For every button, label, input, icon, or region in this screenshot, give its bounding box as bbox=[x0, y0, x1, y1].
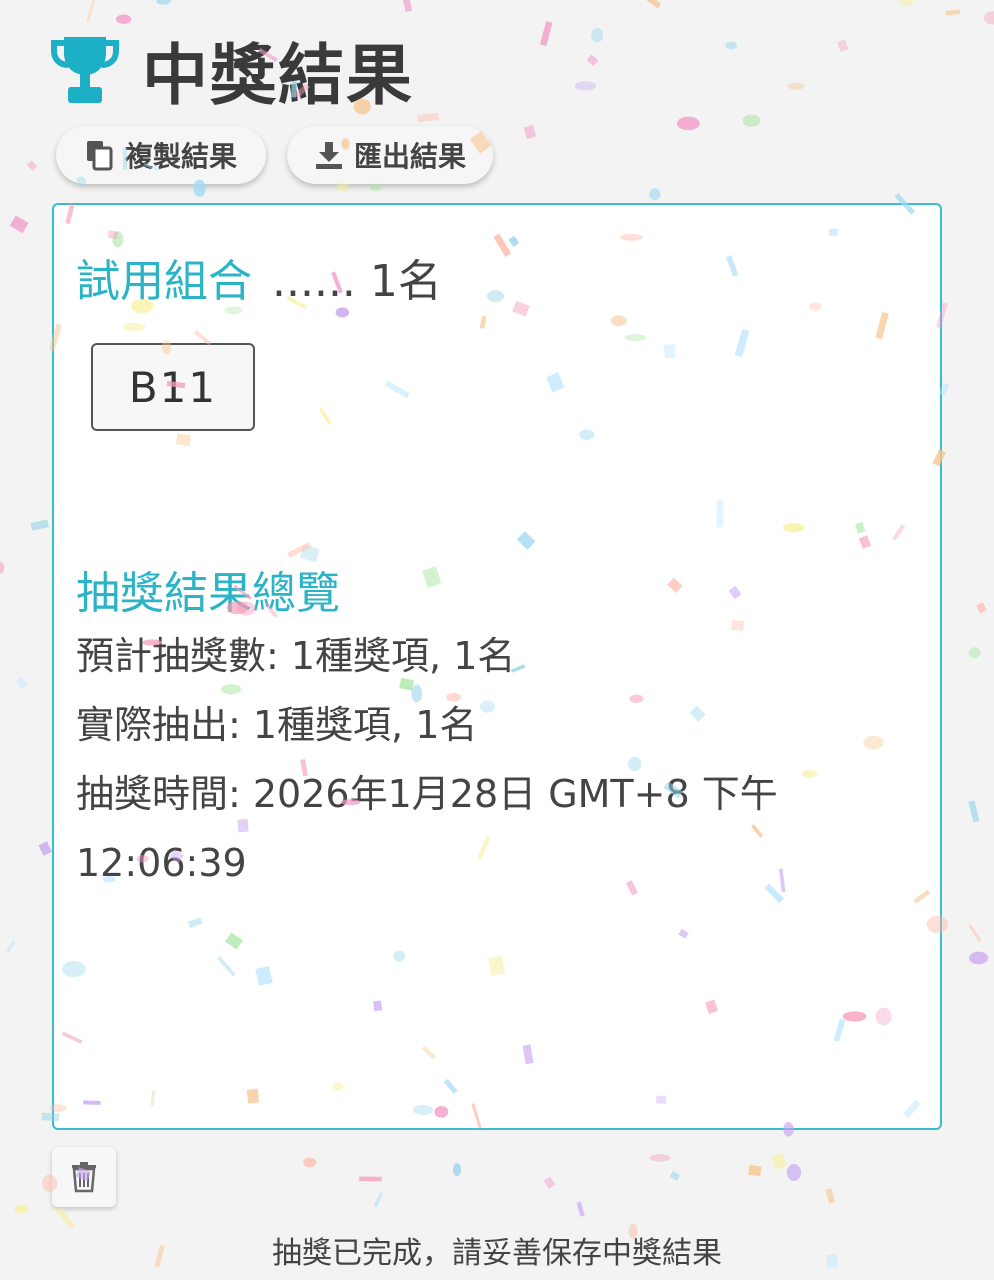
prize-count: ...... 1名 bbox=[272, 256, 442, 307]
confetti-piece bbox=[156, 0, 171, 5]
confetti-piece bbox=[38, 841, 52, 856]
confetti-piece bbox=[898, 0, 915, 6]
confetti-piece bbox=[359, 1176, 382, 1182]
confetti-piece bbox=[9, 215, 29, 234]
confetti-piece bbox=[968, 951, 989, 965]
confetti-piece bbox=[968, 647, 981, 659]
confetti-piece bbox=[742, 114, 761, 127]
download-icon bbox=[315, 142, 342, 169]
confetti-piece bbox=[574, 81, 597, 91]
summary-title: 抽獎結果總覽 bbox=[76, 568, 340, 619]
confetti-piece bbox=[401, 0, 413, 13]
confetti-piece bbox=[725, 41, 737, 50]
confetti-piece bbox=[771, 1152, 787, 1170]
footer-note: 抽獎已完成，請妥善保存中獎結果 bbox=[272, 1236, 722, 1271]
confetti-piece bbox=[30, 519, 49, 531]
confetti-piece bbox=[968, 800, 980, 823]
confetti-piece bbox=[539, 21, 553, 47]
copy-results-button[interactable]: 複製結果 bbox=[56, 126, 266, 184]
confetti-piece bbox=[26, 160, 38, 171]
summary-expected: 預計抽獎數: 1種獎項, 1名 bbox=[76, 634, 516, 678]
confetti-piece bbox=[669, 1170, 680, 1181]
confetti-piece bbox=[303, 1157, 317, 1168]
confetti-piece bbox=[452, 1163, 461, 1177]
confetti-piece bbox=[945, 9, 961, 16]
confetti-piece bbox=[586, 54, 599, 66]
confetti-piece bbox=[645, 0, 662, 9]
confetti-piece bbox=[787, 82, 805, 90]
trash-icon bbox=[72, 1162, 96, 1193]
confetti-piece bbox=[591, 27, 604, 43]
page-title: 中獎結果 bbox=[142, 37, 414, 114]
confetti-piece bbox=[543, 1176, 556, 1189]
confetti-piece bbox=[968, 923, 982, 943]
confetti-piece bbox=[86, 0, 96, 23]
copy-results-label: 複製結果 bbox=[124, 141, 237, 172]
delete-button[interactable] bbox=[52, 1147, 116, 1207]
prize-row: 試用組合 ...... 1名 bbox=[76, 245, 442, 309]
prize-name: 試用組合 bbox=[76, 256, 252, 307]
confetti-piece bbox=[115, 14, 132, 24]
confetti-piece bbox=[370, 183, 382, 192]
confetti-piece bbox=[576, 1201, 585, 1217]
confetti-piece bbox=[55, 1207, 75, 1229]
confetti-piece bbox=[523, 124, 537, 140]
summary-actual: 實際抽出: 1種獎項, 1名 bbox=[76, 703, 478, 747]
confetti-piece bbox=[373, 1191, 384, 1208]
confetti-piece bbox=[748, 1164, 762, 1177]
confetti-piece bbox=[15, 676, 28, 689]
result-card: 試用組合 ...... 1名 B11 抽獎結果總覽 預計抽獎數: 1種獎項, 1… bbox=[52, 203, 942, 1130]
confetti-piece bbox=[649, 188, 661, 201]
summary-time: 抽獎時間: 2026年1月28日 GMT+8 下午 12:06:39 bbox=[76, 772, 778, 885]
confetti-piece bbox=[976, 602, 987, 614]
confetti-piece bbox=[649, 1154, 671, 1162]
confetti-piece bbox=[6, 940, 16, 953]
confetti-piece bbox=[836, 39, 849, 53]
confetti-piece bbox=[984, 11, 994, 25]
export-results-label: 匯出結果 bbox=[353, 141, 466, 172]
confetti-piece bbox=[825, 1188, 836, 1204]
winner-chip: B11 bbox=[91, 343, 255, 431]
confetti-piece bbox=[786, 1164, 801, 1181]
confetti-piece bbox=[676, 116, 700, 131]
page-header: 中獎結果 bbox=[50, 28, 414, 114]
copy-icon bbox=[86, 141, 113, 171]
trophy-icon bbox=[51, 37, 119, 103]
confetti-piece bbox=[14, 1204, 29, 1214]
export-results-button[interactable]: 匯出結果 bbox=[287, 126, 493, 184]
confetti-piece bbox=[417, 112, 440, 123]
confetti-piece bbox=[0, 561, 5, 574]
